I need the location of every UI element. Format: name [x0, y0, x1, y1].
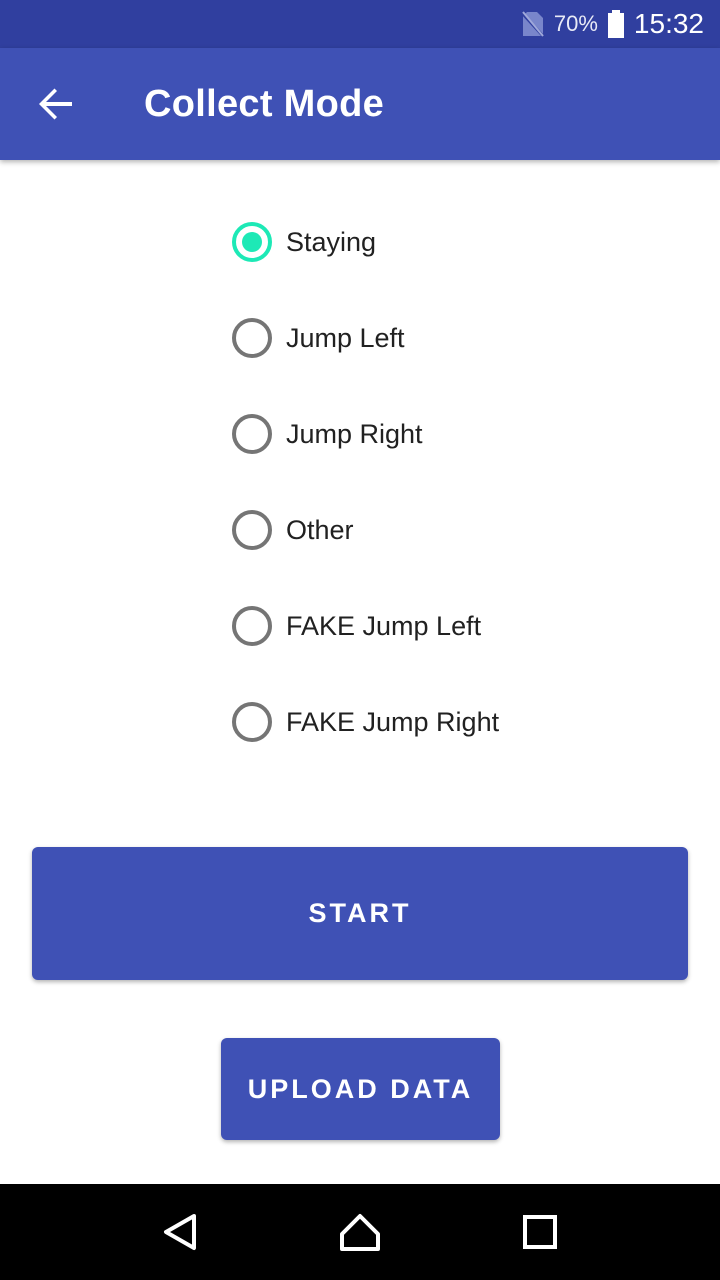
app-bar: Collect Mode — [0, 48, 720, 160]
radio-fake-jump-right[interactable]: FAKE Jump Right — [232, 674, 499, 770]
recents-square-icon[interactable] — [508, 1200, 572, 1264]
radio-button-unchecked-icon[interactable] — [232, 510, 272, 550]
radio-button-unchecked-icon[interactable] — [232, 318, 272, 358]
radio-label: Jump Left — [286, 322, 405, 353]
collect-mode-radio-group: Staying Jump Left Jump Right Other FAKE … — [232, 194, 499, 770]
status-time: 15:32 — [633, 8, 704, 39]
battery-percent: 70% — [553, 11, 598, 36]
radio-button-unchecked-icon[interactable] — [232, 414, 272, 454]
radio-button-unchecked-icon[interactable] — [232, 702, 272, 742]
start-button[interactable]: START — [32, 847, 688, 980]
radio-label: Staying — [286, 226, 377, 257]
upload-data-button[interactable]: UPLOAD DATA — [221, 1038, 500, 1140]
radio-label: Other — [286, 514, 354, 545]
battery-icon — [606, 10, 626, 38]
no-sim-icon — [520, 10, 546, 38]
status-bar: 70% 15:32 — [0, 0, 720, 48]
arrow-back-icon[interactable] — [0, 48, 112, 160]
radio-other[interactable]: Other — [232, 482, 499, 578]
back-triangle-icon[interactable] — [148, 1200, 212, 1264]
radio-staying[interactable]: Staying — [232, 194, 499, 290]
system-nav-bar — [0, 1184, 720, 1280]
radio-fake-jump-left[interactable]: FAKE Jump Left — [232, 578, 499, 674]
radio-jump-left[interactable]: Jump Left — [232, 290, 499, 386]
radio-button-unchecked-icon[interactable] — [232, 606, 272, 646]
radio-label: FAKE Jump Left — [286, 610, 482, 641]
radio-jump-right[interactable]: Jump Right — [232, 386, 499, 482]
radio-button-checked-icon[interactable] — [232, 222, 272, 262]
home-icon[interactable] — [328, 1200, 392, 1264]
radio-label: Jump Right — [286, 418, 423, 449]
radio-label: FAKE Jump Right — [286, 706, 500, 737]
page-title: Collect Mode — [144, 82, 385, 125]
